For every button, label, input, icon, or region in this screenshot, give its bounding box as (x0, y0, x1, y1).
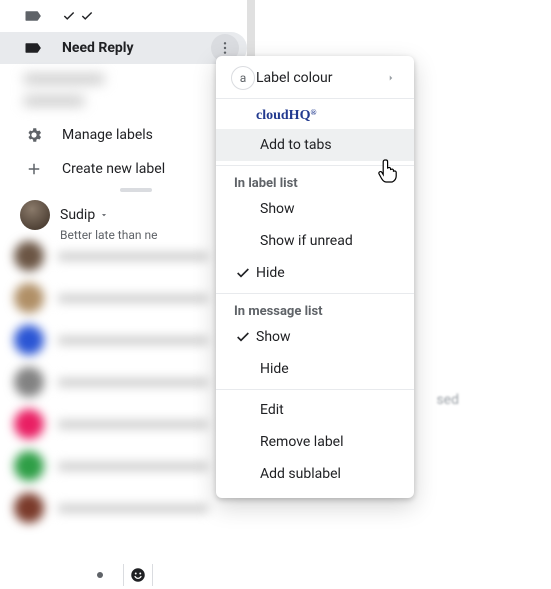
sidebar: Need Reply Manage labels Create new labe… (0, 0, 247, 589)
menu-label-list-show[interactable]: Show (216, 193, 414, 225)
resize-grip[interactable] (120, 188, 152, 192)
menu-message-list-hide[interactable]: Hide (216, 353, 414, 385)
avatar (20, 200, 50, 230)
label-row-plain[interactable] (0, 0, 247, 32)
gear-icon (24, 126, 44, 144)
check-icon (230, 265, 256, 281)
menu-edit[interactable]: Edit (216, 394, 414, 426)
dot-icon (95, 570, 105, 580)
menu-section-label-list: In label list (216, 170, 414, 193)
plus-icon (24, 160, 44, 178)
menu-brand: cloudHQ® (216, 103, 414, 129)
check-icon (230, 329, 256, 345)
menu-divider (216, 293, 414, 294)
chevron-right-icon (386, 73, 396, 83)
chat-list (8, 235, 234, 529)
manage-labels-text: Manage labels (62, 127, 153, 143)
menu-section-message-list: In message list (216, 298, 414, 321)
menu-divider (216, 165, 414, 166)
menu-add-to-tabs[interactable]: Add to tabs (216, 129, 414, 161)
profile-row[interactable]: Sudip (0, 196, 247, 230)
menu-divider (216, 389, 414, 390)
label-context-menu: a Label colour cloudHQ® Add to tabs In l… (216, 56, 414, 498)
menu-label-list-hide[interactable]: Hide (216, 257, 414, 289)
bottom-bar (95, 561, 153, 589)
letter-a-icon: a (230, 66, 256, 90)
menu-label-colour[interactable]: a Label colour (216, 62, 414, 94)
label-text: Need Reply (62, 40, 134, 56)
create-label-text: Create new label (62, 161, 165, 177)
label-row-need-reply[interactable]: Need Reply (0, 32, 247, 64)
profile-name: Sudip (60, 207, 95, 223)
menu-message-list-show[interactable]: Show (216, 321, 414, 353)
menu-remove-label[interactable]: Remove label (216, 426, 414, 458)
redacted-area (24, 68, 144, 118)
label-text (62, 9, 94, 23)
vertical-scrollbar[interactable] (247, 0, 255, 56)
create-new-label[interactable]: Create new label (0, 152, 247, 186)
tag-icon (24, 7, 42, 25)
menu-label-list-show-if-unread[interactable]: Show if unread (216, 225, 414, 257)
face-icon[interactable] (123, 564, 153, 586)
tag-icon (24, 39, 42, 57)
truncated-text: sed (436, 392, 459, 408)
chevron-down-icon[interactable] (99, 210, 109, 220)
cloudhq-logo: cloudHQ® (256, 108, 316, 124)
menu-add-sublabel[interactable]: Add sublabel (216, 458, 414, 490)
menu-divider (216, 98, 414, 99)
manage-labels[interactable]: Manage labels (0, 118, 247, 152)
